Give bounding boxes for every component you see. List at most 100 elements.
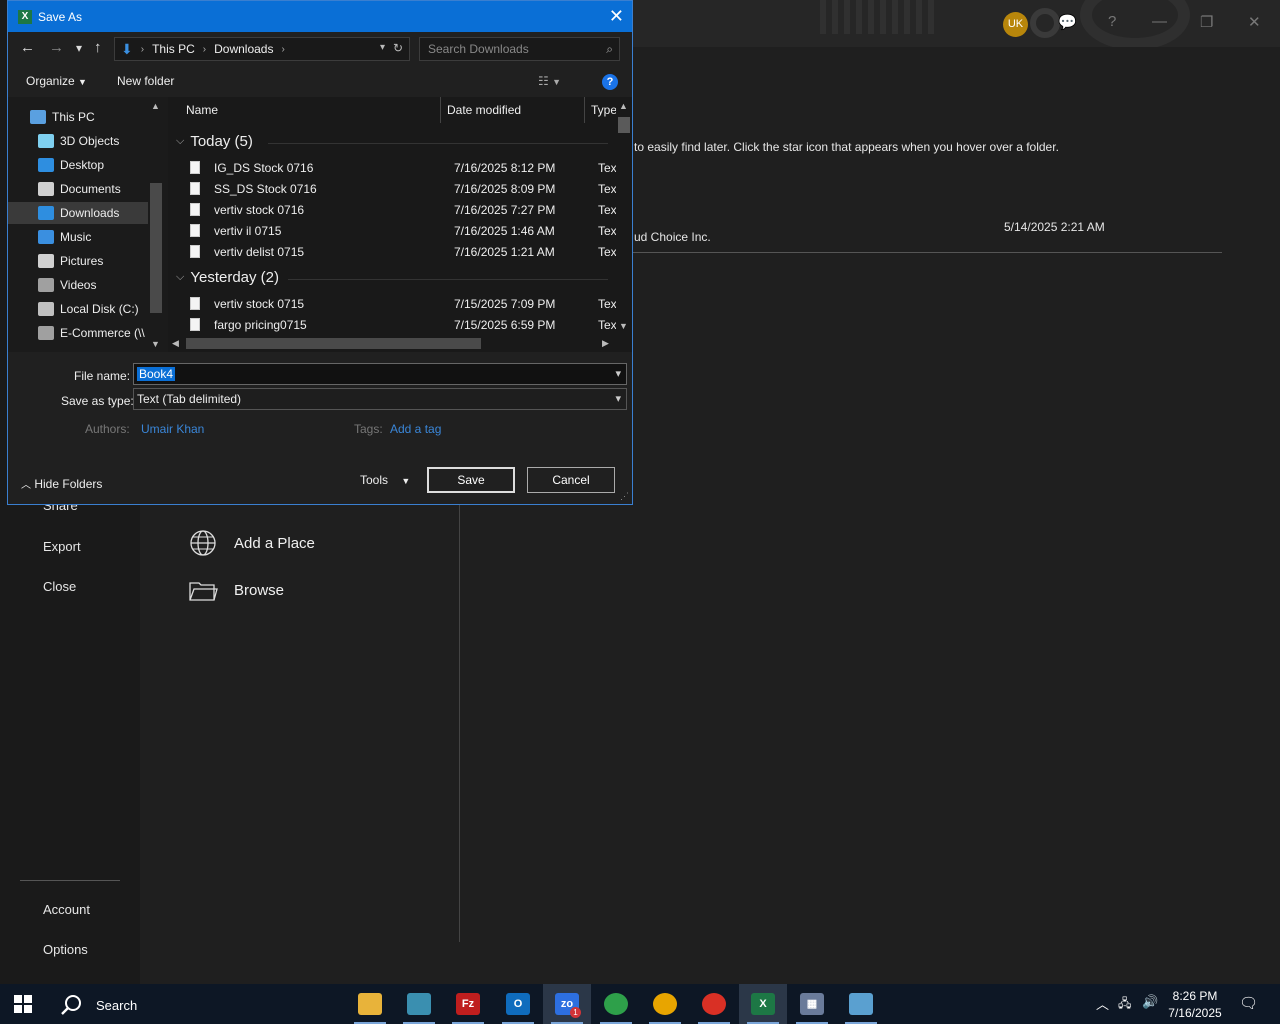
file-row[interactable]: vertiv stock 0715 7/15/2025 7:09 PM Text bbox=[188, 294, 620, 315]
tree-item[interactable]: E-Commerce (\\ bbox=[8, 322, 148, 344]
address-dropdown-icon[interactable]: ▾ bbox=[380, 42, 385, 53]
file-group-header[interactable]: ⌵ Yesterday (2) bbox=[176, 269, 279, 286]
file-list-horizontal-scrollbar[interactable]: ◀ ▶ bbox=[168, 335, 616, 352]
notifications-icon[interactable]: 🗨 bbox=[1239, 994, 1258, 1012]
forward-button[interactable]: → bbox=[49, 39, 64, 56]
help-button[interactable]: ? bbox=[1108, 13, 1116, 30]
sidebar-item-export[interactable]: Export bbox=[43, 539, 81, 554]
taskbar-app-chrome-1[interactable] bbox=[592, 984, 640, 1024]
volume-icon[interactable]: 🔊 bbox=[1142, 994, 1158, 1010]
tags-field[interactable]: Add a tag bbox=[390, 422, 441, 436]
tools-menu[interactable]: Tools ▼ bbox=[360, 473, 410, 487]
column-divider[interactable] bbox=[584, 97, 585, 123]
scroll-left-icon[interactable]: ◀ bbox=[172, 338, 179, 349]
file-row[interactable]: SS_DS Stock 0716 7/16/2025 8:09 PM Text bbox=[188, 179, 620, 200]
add-a-place-button[interactable]: Add a Place bbox=[188, 528, 315, 558]
hide-folders-button[interactable]: ︿ Hide Folders bbox=[21, 476, 102, 491]
chevron-down-icon[interactable]: ▾ bbox=[615, 367, 621, 380]
column-header-type[interactable]: Type bbox=[591, 103, 617, 117]
file-row[interactable]: vertiv delist 0715 7/16/2025 1:21 AM Text bbox=[188, 242, 620, 263]
network-icon[interactable]: 🖧 bbox=[1118, 994, 1131, 1015]
column-header-date[interactable]: Date modified bbox=[447, 103, 521, 117]
user-avatar[interactable]: UK bbox=[1003, 12, 1028, 37]
address-bar[interactable]: ⬇ › This PC › Downloads › ▾ ↻ bbox=[114, 37, 410, 61]
tree-item[interactable]: Downloads bbox=[8, 202, 148, 224]
tree-item[interactable]: Documents bbox=[8, 178, 148, 200]
scroll-down-icon[interactable]: ▼ bbox=[619, 321, 628, 331]
taskbar-app-filezilla[interactable]: Fz bbox=[444, 984, 492, 1024]
chevron-down-icon[interactable]: ⌵ bbox=[176, 271, 184, 284]
taskbar-app-zoom[interactable]: zo 1 bbox=[543, 984, 591, 1024]
back-button[interactable]: ← bbox=[20, 39, 35, 56]
dialog-close-button[interactable]: ✕ bbox=[609, 6, 624, 27]
comments-icon[interactable]: 💬 bbox=[1058, 13, 1077, 31]
taskbar-search[interactable]: Search bbox=[60, 994, 137, 1016]
title-bar-decoration-ring bbox=[1030, 8, 1060, 38]
taskbar-app-chrome-2[interactable] bbox=[641, 984, 689, 1024]
organize-menu[interactable]: Organize ▼ bbox=[26, 74, 87, 88]
taskbar-app-file-explorer[interactable] bbox=[346, 984, 394, 1024]
sidebar-item-options[interactable]: Options bbox=[43, 942, 88, 957]
taskbar-app-excel[interactable]: X bbox=[739, 984, 787, 1024]
refresh-button[interactable]: ↻ bbox=[393, 41, 403, 55]
cancel-button[interactable]: Cancel bbox=[527, 467, 615, 493]
sidebar-item-account[interactable]: Account bbox=[43, 902, 90, 917]
file-group-header[interactable]: ⌵ Today (5) bbox=[176, 133, 253, 150]
search-input[interactable] bbox=[428, 42, 588, 56]
scroll-up-icon[interactable]: ▲ bbox=[151, 101, 160, 111]
column-header-name[interactable]: Name bbox=[186, 103, 218, 117]
tree-item[interactable]: This PC bbox=[8, 106, 148, 128]
taskbar-app-outlook[interactable]: O bbox=[494, 984, 542, 1024]
taskbar-app-app-notes[interactable] bbox=[837, 984, 885, 1024]
help-icon[interactable]: ? bbox=[602, 74, 618, 90]
tree-item[interactable]: Desktop bbox=[8, 154, 148, 176]
resize-grip-icon[interactable]: ⋰ bbox=[620, 491, 629, 502]
taskbar-app-calculator[interactable]: ▦ bbox=[788, 984, 836, 1024]
file-list-scroll-thumb[interactable] bbox=[618, 117, 630, 133]
scroll-down-icon[interactable]: ▼ bbox=[151, 339, 160, 349]
close-window-button[interactable]: ✕ bbox=[1248, 13, 1261, 31]
file-row[interactable]: vertiv il 0715 7/16/2025 1:46 AM Text bbox=[188, 221, 620, 242]
file-name-value[interactable]: Book4 bbox=[137, 367, 176, 381]
file-row[interactable]: fargo pricing0715 7/15/2025 6:59 PM Text bbox=[188, 315, 620, 336]
taskbar-app-chrome-3[interactable] bbox=[690, 984, 738, 1024]
text-file-icon bbox=[190, 182, 200, 195]
navigation-pane-scrollbar[interactable]: ▲ ▼ bbox=[148, 97, 164, 352]
search-box[interactable]: ⌕ bbox=[419, 37, 620, 61]
breadcrumb-this-pc[interactable]: This PC bbox=[152, 42, 195, 56]
system-clock[interactable]: 8:26 PM 7/16/2025 bbox=[1165, 988, 1225, 1022]
authors-field[interactable]: Umair Khan bbox=[141, 422, 204, 436]
column-divider[interactable] bbox=[440, 97, 441, 123]
tree-item[interactable]: Pictures bbox=[8, 250, 148, 272]
scroll-up-icon[interactable]: ▲ bbox=[619, 101, 628, 111]
file-row[interactable]: IG_DS Stock 0716 7/16/2025 8:12 PM Text bbox=[188, 158, 620, 179]
new-folder-button[interactable]: New folder bbox=[117, 74, 174, 88]
windows-start-icon[interactable] bbox=[14, 995, 32, 1013]
save-button[interactable]: Save bbox=[427, 467, 515, 493]
tree-item[interactable]: Music bbox=[8, 226, 148, 248]
navigation-pane-scroll-thumb[interactable] bbox=[150, 183, 162, 313]
file-list-vertical-scrollbar[interactable]: ▲ ▼ bbox=[616, 97, 632, 335]
browse-button[interactable]: Browse bbox=[188, 575, 284, 605]
recent-folder-name[interactable]: ud Choice Inc. bbox=[634, 230, 711, 244]
restore-button[interactable]: ❐ bbox=[1200, 13, 1213, 31]
save-as-type-select[interactable]: Text (Tab delimited) ▾ bbox=[133, 388, 627, 410]
file-row[interactable]: vertiv stock 0716 7/16/2025 7:27 PM Text bbox=[188, 200, 620, 221]
file-name-field[interactable]: Book4 ▾ bbox=[133, 363, 627, 385]
view-options-icon[interactable]: ☷ ▼ bbox=[538, 74, 561, 88]
chevron-down-icon: ▼ bbox=[401, 476, 411, 486]
minimize-button[interactable]: — bbox=[1152, 13, 1167, 30]
up-folder-button[interactable]: ↑ bbox=[94, 39, 102, 56]
tree-item[interactable]: 3D Objects bbox=[8, 130, 148, 152]
tree-item[interactable]: Videos bbox=[8, 274, 148, 296]
file-list-horizontal-scroll-thumb[interactable] bbox=[186, 338, 481, 349]
chevron-down-icon[interactable]: ▾ bbox=[615, 392, 621, 405]
scroll-right-icon[interactable]: ▶ bbox=[602, 338, 609, 349]
breadcrumb-downloads[interactable]: Downloads bbox=[214, 42, 273, 56]
show-hidden-icons-icon[interactable]: ︿ bbox=[1096, 994, 1109, 1013]
sidebar-item-close[interactable]: Close bbox=[43, 579, 76, 594]
recent-locations-button[interactable]: ▾ bbox=[76, 41, 82, 55]
taskbar-app-app-diamond[interactable] bbox=[395, 984, 443, 1024]
chevron-down-icon[interactable]: ⌵ bbox=[176, 135, 184, 148]
tree-item[interactable]: Local Disk (C:) bbox=[8, 298, 148, 320]
